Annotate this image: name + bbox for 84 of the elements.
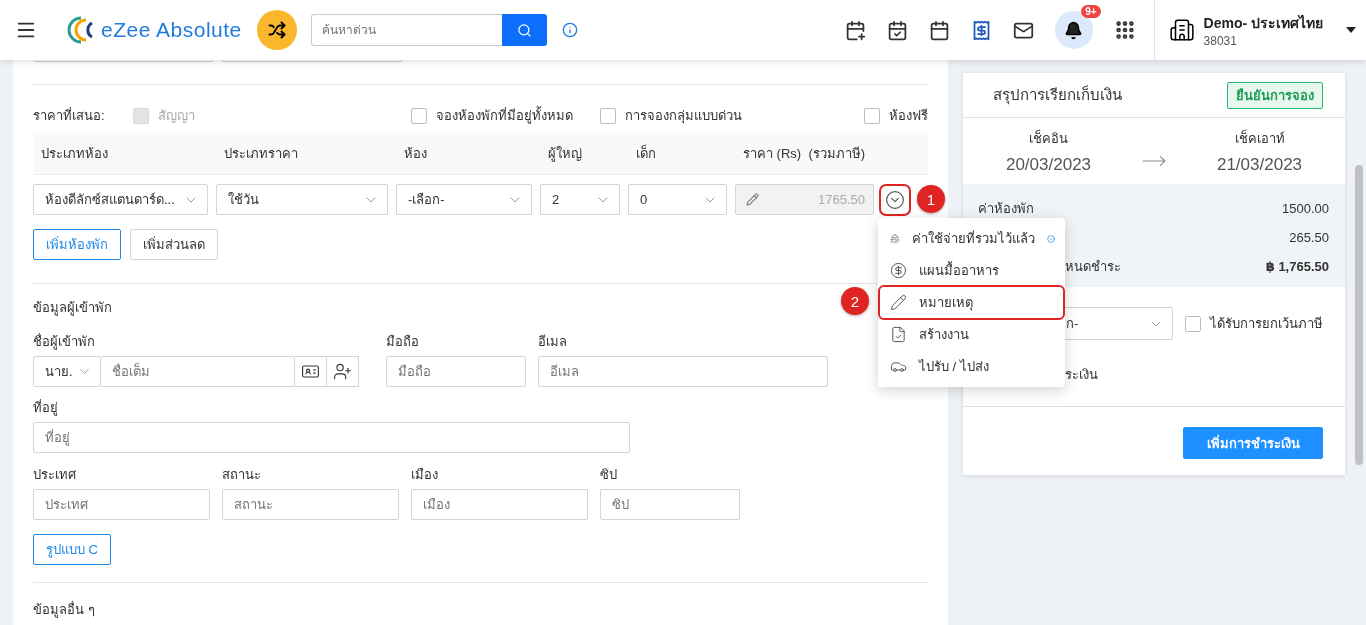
input-field[interactable]: ซิป: [600, 489, 740, 520]
checkbox-label: ได้รับการยกเว้นภาษี: [1210, 315, 1323, 333]
logo-icon: [67, 15, 95, 45]
field-label: ที่อยู่: [33, 399, 59, 417]
field-label: สถานะ: [222, 466, 262, 484]
search-icon: [516, 22, 532, 38]
add-discount-button[interactable]: เพิ่มส่วนลด: [130, 229, 218, 260]
field-label: ชื่อผู้เข้าพัก: [33, 333, 96, 351]
add-room-button[interactable]: เพิ่มห้องพัก: [33, 229, 121, 260]
check-out-label: เช็คเอาท์: [1234, 128, 1285, 148]
column-header: ผู้ใหญ่: [547, 144, 583, 164]
logo-text: eZee Absolute: [101, 18, 242, 42]
charge-value: 265.50: [1289, 230, 1329, 245]
input-field[interactable]: สถานะ: [222, 489, 399, 520]
summary-title: สรุปการเรียกเก็บเงิน: [993, 84, 1122, 107]
room-type-select[interactable]: ห้องดีลักซ์สแตนดาร์ด...: [33, 184, 208, 215]
caret-icon: [1346, 27, 1356, 33]
search-field[interactable]: ค้นหาด่วน: [310, 14, 502, 46]
bell-icon: [1064, 20, 1084, 40]
rate-type-select[interactable]: ใช้วัน: [216, 184, 388, 215]
mobile-field[interactable]: มือถือ: [386, 356, 526, 387]
checkbox-label: ห้องฟรี: [889, 107, 928, 125]
payment-text: ระเงิน: [1065, 367, 1098, 382]
column-header: ประเภทราคา: [223, 144, 299, 163]
column-header: ราคา (Rs) (รวมภาษี): [742, 144, 867, 163]
field-label: ประเทศ: [33, 466, 77, 484]
checkbox[interactable]: [600, 107, 616, 124]
room-select[interactable]: -เลือก-: [396, 184, 532, 215]
checkbox[interactable]: [1185, 315, 1201, 332]
calendar-check-icon[interactable]: [886, 19, 908, 41]
calendar-icon[interactable]: [928, 19, 950, 41]
input-field[interactable]: ประเทศ: [33, 489, 210, 520]
document-check-icon: [890, 326, 907, 343]
offered-rate-label: ราคาที่เสนอ:: [33, 106, 106, 125]
id-card-button[interactable]: [295, 356, 327, 387]
shuffle-icon: [267, 21, 286, 39]
apps-grid-icon[interactable]: [1113, 19, 1136, 41]
check-in-label: เช็คอิน: [1029, 128, 1068, 148]
charge-label: หนดชำระ: [1065, 258, 1121, 276]
info-icon[interactable]: [561, 22, 578, 38]
id-card-icon: [301, 362, 320, 381]
search-button[interactable]: [501, 14, 547, 46]
charge-label: ค่าห้องพัก: [978, 200, 1034, 218]
pencil-icon: [746, 193, 759, 206]
adults-select[interactable]: 2: [540, 184, 620, 215]
checkbox-label: การจองกลุ่มแบบด่วน: [625, 107, 742, 126]
check-in-date: 20/03/2023: [1005, 154, 1092, 175]
chevron-circle-icon: [885, 189, 905, 210]
email-field[interactable]: อีเมล: [538, 356, 828, 387]
property-switcher[interactable]: Demo- ประเทศไทย 38031: [1153, 0, 1366, 60]
shuffle-button[interactable]: [256, 10, 297, 50]
children-select[interactable]: 0: [628, 184, 727, 215]
field-label: เมือง: [411, 466, 439, 484]
checkbox-label: สัญญา: [158, 107, 195, 125]
menu-item[interactable]: หมายเหตุ: [880, 287, 1063, 318]
charge-value: 1500.00: [1282, 201, 1329, 216]
pencil-icon: [890, 294, 907, 311]
section-title: ข้อมูลผู้เข้าพัก: [33, 299, 112, 318]
field-label: มือถือ: [386, 333, 420, 351]
add-user-button[interactable]: [327, 356, 359, 387]
add-user-icon: [333, 362, 352, 381]
section-title: ข้อมูลอื่น ๆ: [33, 600, 95, 620]
check-out-date: 21/03/2023: [1216, 154, 1303, 175]
dollar-icon: [890, 262, 907, 279]
column-header: ห้อง: [403, 144, 428, 163]
building-icon: [1168, 17, 1195, 43]
status-badge: ยืนยันการจอง: [1227, 81, 1323, 109]
notification-badge: 9+: [1081, 5, 1101, 18]
column-header: เด็ก: [635, 143, 657, 163]
field-label: ซิป: [600, 466, 618, 484]
column-header: ประเภทห้อง: [40, 144, 109, 163]
checkbox-label: จองห้องพักที่มีอยู่ทั้งหมด: [436, 105, 573, 126]
salutation-select[interactable]: นาย.: [33, 356, 101, 387]
name-field[interactable]: ชื่อเต็ม: [101, 356, 295, 387]
checkbox[interactable]: [411, 107, 427, 124]
checkbox[interactable]: [864, 107, 880, 124]
charge-value: ฿ 1,765.50: [1265, 259, 1329, 274]
form-c-button[interactable]: รูปแบบ C: [33, 534, 111, 565]
input-field[interactable]: เมือง: [411, 489, 588, 520]
address-field[interactable]: ที่อยู่: [33, 422, 630, 453]
calendar-plus-icon[interactable]: [844, 19, 866, 41]
field-label: อีเมล: [538, 333, 568, 351]
scrollbar[interactable]: [1355, 165, 1363, 465]
expand-button[interactable]: [882, 186, 908, 213]
